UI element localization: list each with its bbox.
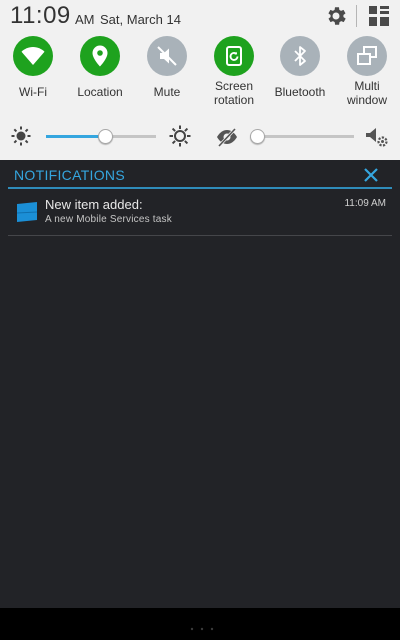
mute-icon bbox=[157, 46, 177, 66]
shade-bottom-bar[interactable] bbox=[0, 608, 400, 640]
toggle-mute-label: Mute bbox=[153, 85, 181, 99]
brightness-low-icon bbox=[11, 126, 31, 146]
toggle-location[interactable]: Location bbox=[65, 36, 135, 112]
status-row: 11:09 AM Sat, March 14 bbox=[0, 0, 400, 34]
volume-slider[interactable] bbox=[250, 129, 354, 144]
quick-settings-panel: 11:09 AM Sat, March 14 Wi-Fi Location Mu… bbox=[0, 0, 400, 160]
notification-item[interactable]: New item added: A new Mobile Services ta… bbox=[8, 189, 392, 235]
toggle-screen-rotation-circle bbox=[214, 36, 254, 76]
date-label: Sat, March 14 bbox=[100, 12, 181, 27]
toggle-bluetooth-circle bbox=[280, 36, 320, 76]
drag-handle-icon bbox=[190, 627, 214, 631]
toggle-mute[interactable]: Mute bbox=[132, 36, 202, 112]
toggle-wifi[interactable]: Wi-Fi bbox=[0, 36, 68, 112]
brightness-slider[interactable] bbox=[46, 129, 156, 144]
screen-rotation-icon bbox=[226, 46, 242, 66]
multi-window-icon bbox=[357, 46, 377, 65]
toggle-bluetooth-label: Bluetooth bbox=[274, 85, 326, 99]
toggle-wifi-label: Wi-Fi bbox=[19, 85, 47, 99]
edit-toggles-button[interactable] bbox=[368, 5, 390, 27]
mobile-services-flag-icon bbox=[16, 202, 38, 222]
toggle-location-label: Location bbox=[77, 85, 123, 99]
notification-time: 11:09 AM bbox=[344, 198, 386, 209]
toggle-wifi-circle bbox=[13, 36, 53, 76]
wifi-icon bbox=[21, 47, 45, 65]
toggle-screen-rotation[interactable]: Screen rotation bbox=[199, 36, 269, 112]
toggle-multi-window-label: Multi window bbox=[346, 79, 388, 107]
clear-notifications-button[interactable] bbox=[362, 166, 380, 184]
grid-edit-icon bbox=[369, 6, 389, 26]
toggle-mute-circle bbox=[147, 36, 187, 76]
auto-brightness-icon[interactable] bbox=[216, 126, 238, 148]
slider-row bbox=[0, 118, 400, 156]
close-icon bbox=[364, 168, 378, 182]
volume-slider-thumb[interactable] bbox=[250, 129, 265, 144]
bluetooth-icon bbox=[294, 46, 306, 66]
brightness-slider-thumb[interactable] bbox=[98, 129, 113, 144]
notification-title: New item added: bbox=[45, 197, 143, 212]
clock-time: 11:09 bbox=[10, 2, 71, 29]
toggle-location-circle bbox=[80, 36, 120, 76]
volume-settings-icon[interactable] bbox=[365, 126, 389, 148]
brightness-slider-fill bbox=[46, 135, 105, 138]
gear-icon bbox=[328, 7, 346, 25]
toggle-screen-rotation-label: Screen rotation bbox=[213, 79, 255, 107]
toggle-multi-window[interactable]: Multi window bbox=[332, 36, 400, 112]
location-pin-icon bbox=[92, 45, 108, 67]
notification-text: A new Mobile Services task bbox=[45, 214, 172, 225]
brightness-high-icon bbox=[169, 125, 191, 147]
notifications-header: NOTIFICATIONS bbox=[14, 167, 125, 183]
status-divider bbox=[356, 5, 357, 27]
toggle-multi-window-circle bbox=[347, 36, 387, 76]
toggle-bluetooth[interactable]: Bluetooth bbox=[265, 36, 335, 112]
settings-button[interactable] bbox=[324, 4, 348, 28]
notification-divider bbox=[8, 235, 392, 236]
clock-ampm: AM bbox=[75, 12, 95, 27]
